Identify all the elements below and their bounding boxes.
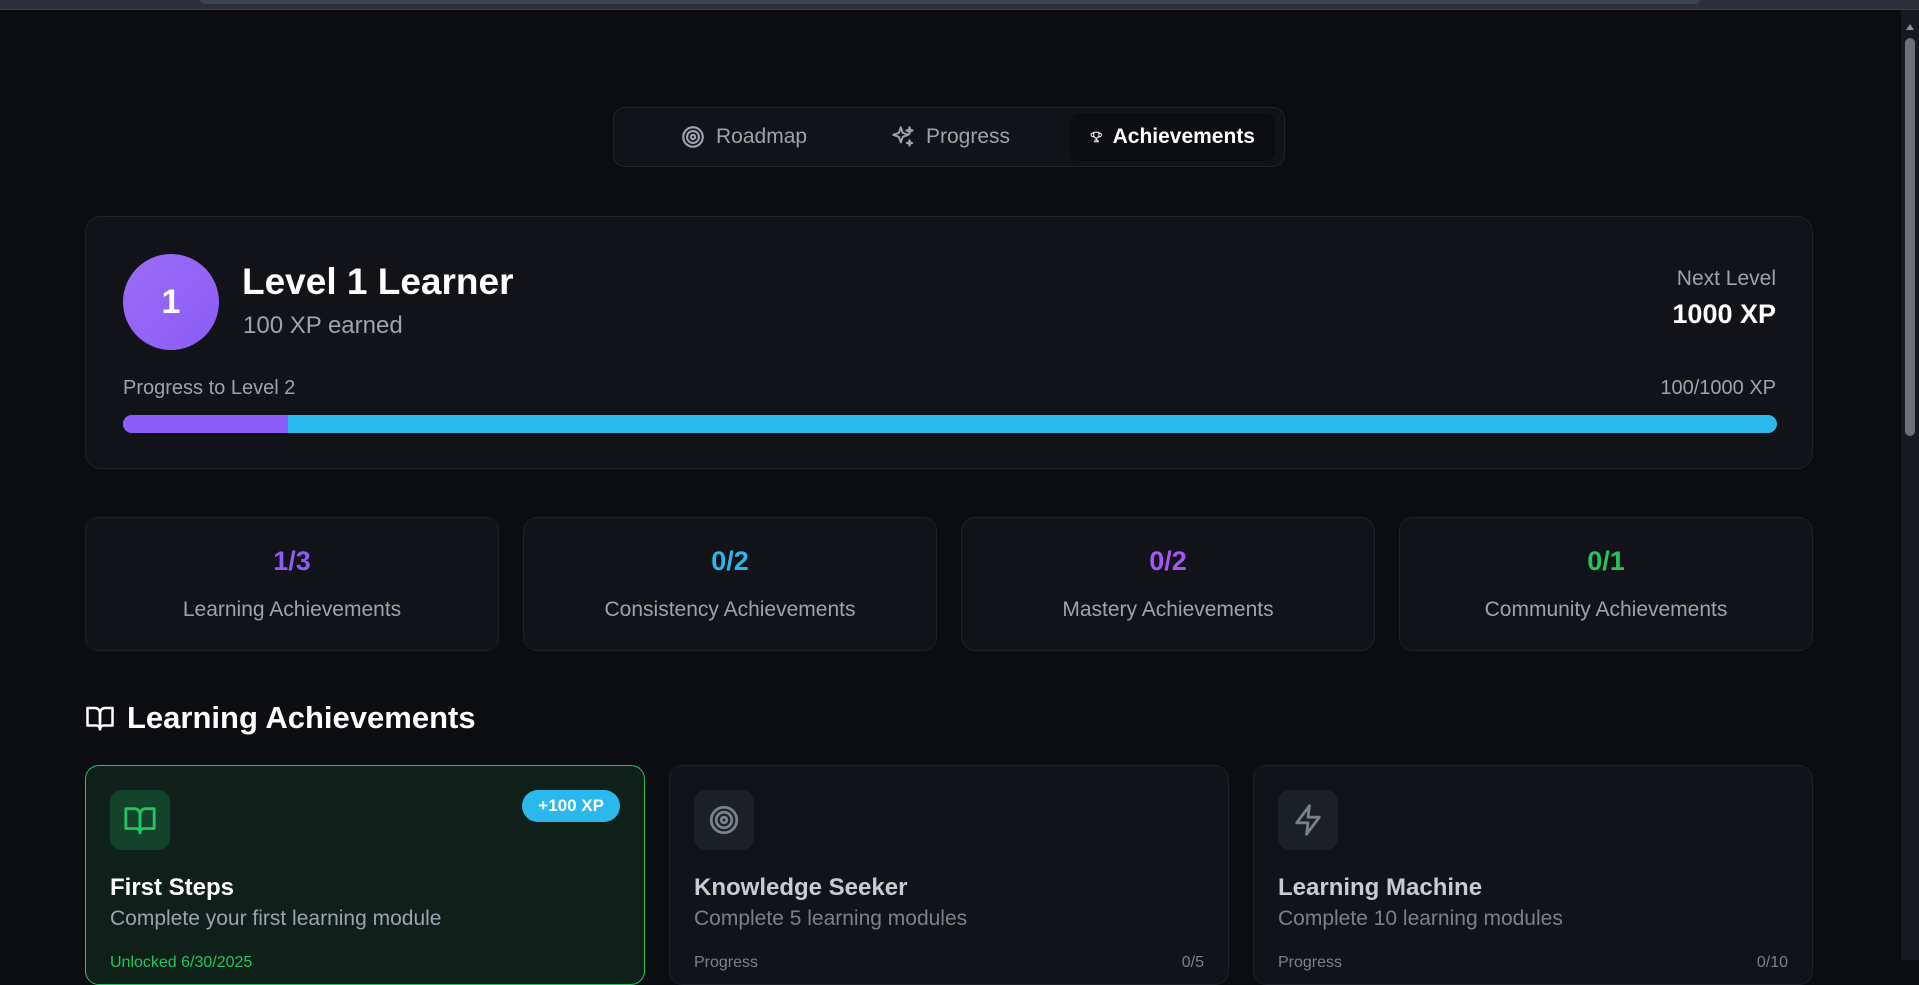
level-badge: 1: [123, 254, 219, 350]
xp-reward-badge: +100 XP: [522, 790, 620, 822]
achievement-description: Complete 10 learning modules: [1278, 907, 1563, 930]
stat-label: Consistency Achievements: [604, 598, 856, 621]
achievement-progress-label: Progress: [694, 954, 759, 971]
achievement-unlocked-date: Unlocked 6/30/2025: [110, 954, 253, 971]
browser-top-bar: [0, 0, 1919, 10]
achievement-progress-value: 0/10: [1756, 954, 1788, 971]
achievement-description: Complete 5 learning modules: [694, 907, 968, 930]
tab-achievements[interactable]: Achievements: [1070, 113, 1275, 161]
view-tabs: Roadmap Progress Achievements: [613, 107, 1285, 167]
next-level-value: 1000 XP: [1672, 299, 1776, 329]
target-icon: [709, 805, 739, 835]
level-progress-bar: [123, 415, 1777, 433]
page-scrollbar[interactable]: [1901, 10, 1919, 960]
tab-progress-label: Progress: [926, 125, 1011, 148]
scroll-up-arrow[interactable]: [1906, 24, 1914, 30]
target-icon: [682, 126, 704, 148]
achievement-title: Learning Machine: [1278, 874, 1483, 901]
stat-card-learning: 1/3 Learning Achievements: [85, 517, 499, 651]
achievement-icon-container: [694, 790, 754, 850]
zap-icon: [1295, 804, 1321, 836]
book-open-icon: [124, 807, 156, 835]
tab-achievements-label: Achievements: [1112, 125, 1255, 148]
achievement-progress-label: Progress: [1278, 954, 1343, 971]
progress-value: 100/1000 XP: [1660, 377, 1776, 399]
achievement-progress-value: 0/5: [1181, 954, 1204, 971]
achievement-card-learning-machine[interactable]: Learning Machine Complete 10 learning mo…: [1253, 765, 1813, 985]
sparkles-icon: [892, 126, 914, 147]
browser-address-area: [200, 0, 1700, 4]
achievement-card-knowledge-seeker[interactable]: Knowledge Seeker Complete 5 learning mod…: [669, 765, 1229, 985]
section-heading: Learning Achievements: [85, 700, 476, 736]
xp-earned: 100 XP earned: [243, 312, 403, 339]
scrollbar-thumb[interactable]: [1905, 38, 1915, 436]
tab-roadmap[interactable]: Roadmap: [660, 113, 870, 161]
achievement-description: Complete your first learning module: [110, 907, 442, 930]
achievement-title: First Steps: [110, 874, 235, 901]
next-level-label: Next Level: [1676, 267, 1776, 290]
achievement-title: Knowledge Seeker: [694, 874, 908, 901]
stat-card-community: 0/1 Community Achievements: [1399, 517, 1813, 651]
achievement-card-first-steps[interactable]: +100 XP First Steps Complete your first …: [85, 765, 645, 985]
stat-count: 0/1: [1587, 546, 1625, 576]
achievement-icon-container: [110, 790, 170, 850]
trophy-icon: [1090, 131, 1102, 143]
stat-label: Community Achievements: [1484, 598, 1728, 621]
stat-count: 0/2: [1149, 546, 1187, 576]
achievement-icon-container: [1278, 790, 1338, 850]
stat-count: 0/2: [711, 546, 749, 576]
stat-card-consistency: 0/2 Consistency Achievements: [523, 517, 937, 651]
level-card: 1 Level 1 Learner 100 XP earned Next Lev…: [85, 216, 1813, 469]
tab-roadmap-label: Roadmap: [716, 125, 808, 148]
section-title: Learning Achievements: [127, 700, 476, 735]
stat-label: Learning Achievements: [182, 598, 402, 621]
progress-label: Progress to Level 2: [123, 377, 296, 399]
level-title: Level 1 Learner: [242, 261, 514, 302]
level-progress-fill: [123, 415, 289, 433]
stat-label: Mastery Achievements: [1062, 598, 1274, 621]
stat-count: 1/3: [273, 546, 311, 576]
tab-progress[interactable]: Progress: [870, 113, 1070, 161]
book-open-icon: [86, 706, 114, 731]
stat-card-mastery: 0/2 Mastery Achievements: [961, 517, 1375, 651]
